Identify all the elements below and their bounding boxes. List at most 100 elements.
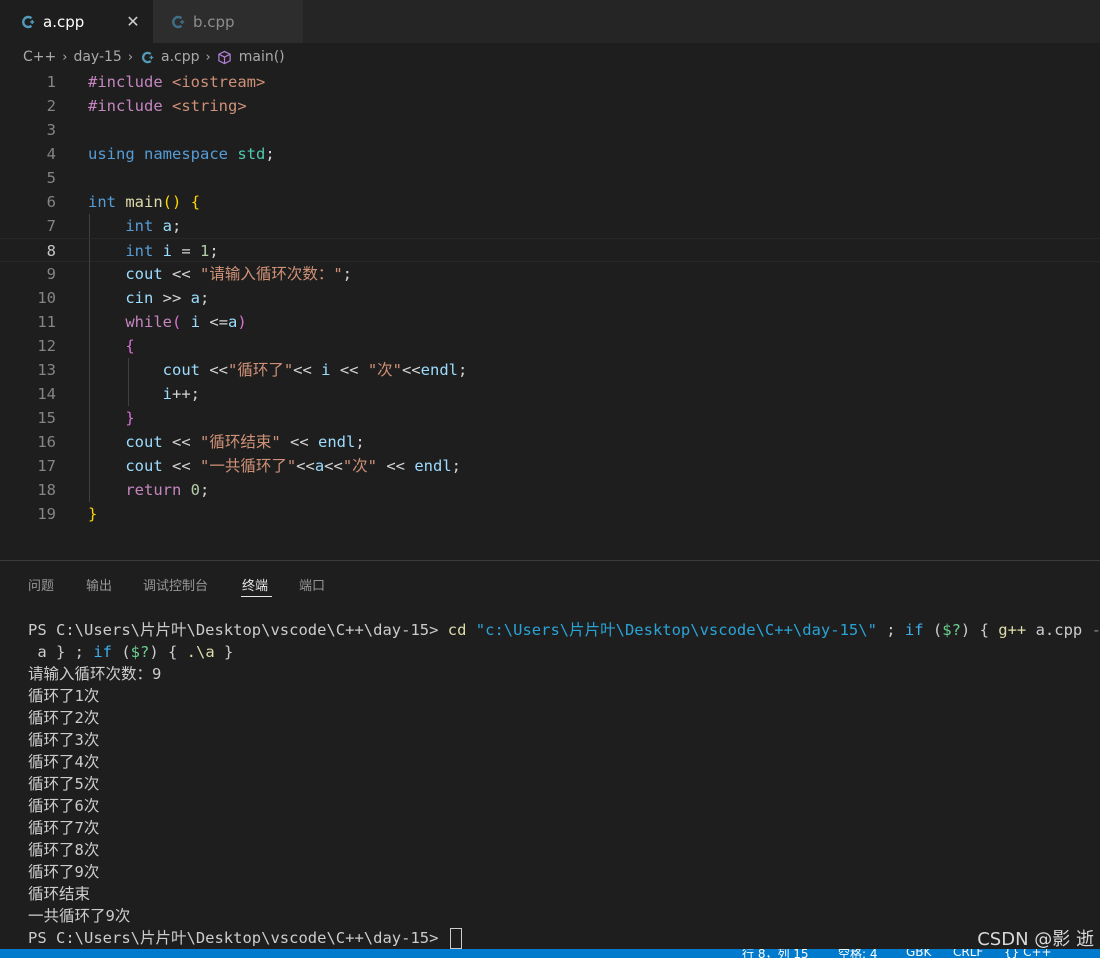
line-number: 12 (37, 337, 56, 355)
status-indentation[interactable]: 空格: 4 (838, 949, 878, 958)
code-line[interactable]: 12 { (0, 334, 1100, 358)
vscode-window: a.cpp ✕ b.cpp C++ › day-15 › a.cpp › mai… (0, 0, 1100, 958)
code-line[interactable]: 7 int a; (0, 214, 1100, 238)
chevron-right-icon: › (127, 49, 134, 65)
terminal-token: $? (942, 621, 961, 639)
tab-output[interactable]: 输出 (86, 575, 112, 594)
terminal-token: PS C:\Users\片片叶\Desktop\vscode\C++\day-1… (28, 929, 448, 947)
breadcrumb-item-cpp-folder[interactable]: C++ (23, 49, 56, 65)
code-token: << (377, 457, 415, 475)
terminal-output-line: 循环了3次 (28, 729, 99, 751)
code-line[interactable]: 15 } (0, 406, 1100, 430)
code-line[interactable]: 2 #include <string> (0, 94, 1100, 118)
line-number: 9 (46, 265, 56, 283)
code-text: cout << "一共循环了"<<a<<"次" << endl; (88, 454, 461, 478)
code-line[interactable]: 10 cin >> a; (0, 286, 1100, 310)
tab-terminal[interactable]: 终端 (242, 575, 268, 594)
terminal-token: 循环结束 (28, 885, 91, 903)
status-cursor-position[interactable]: 行 8，列 15 (742, 949, 809, 958)
code-token: 0 (190, 481, 201, 499)
terminal-command-line: a } ; if ($?) { .\a } (28, 641, 233, 663)
terminal-output-line: 一共循环了9次 (28, 905, 130, 927)
breadcrumb-item-a-cpp[interactable]: a.cpp (139, 49, 200, 65)
code-token: ) (237, 313, 247, 331)
code-line[interactable]: 8 int i = 1; (0, 238, 1100, 263)
line-number: 7 (46, 217, 56, 235)
code-line[interactable]: 13 cout <<"循环了"<< i << "次"<<endl; (0, 358, 1100, 382)
terminal-token: 循环了6次 (28, 797, 100, 815)
terminal-token: 循环了7次 (28, 819, 100, 837)
code-token: = (172, 242, 201, 260)
code-text: { (88, 334, 134, 358)
status-encoding[interactable]: GBK (906, 949, 931, 958)
code-text: cout <<"循环了"<< i << "次"<<endl; (88, 358, 468, 382)
code-line[interactable]: 17 cout << "一共循环了"<<a<<"次" << endl; (0, 454, 1100, 478)
code-token: endl (420, 361, 458, 379)
code-token: ; (265, 145, 275, 163)
code-line[interactable]: 1 #include <iostream> (0, 70, 1100, 94)
code-token: ; (458, 361, 468, 379)
code-token: "循环结束" (199, 433, 281, 451)
code-line[interactable]: 3 (0, 118, 1100, 142)
code-line[interactable]: 4 using namespace std; (0, 142, 1100, 166)
code-token: ; (451, 457, 462, 475)
breadcrumb-item-day-15[interactable]: day-15 (73, 49, 121, 65)
terminal-token: 循环了8次 (28, 841, 100, 859)
code-line[interactable]: 11 while( i <=a) (0, 310, 1100, 334)
terminal-token: 循环了1次 (28, 687, 100, 705)
status-language[interactable]: {} C++ (1004, 949, 1052, 958)
code-token: <string> (172, 97, 247, 115)
code-text: int a; (88, 214, 181, 238)
code-token: >> (153, 289, 191, 307)
panel-tab-bar: 问题 输出 调试控制台 终端 端口 (0, 561, 1100, 607)
code-token: "次" (342, 457, 378, 475)
terminal-token: 循环了9次 (28, 863, 100, 881)
code-line[interactable]: 16 cout << "循环结束" << endl; (0, 430, 1100, 454)
line-number: 1 (46, 73, 56, 91)
line-number: 8 (46, 242, 56, 260)
line-number: 17 (37, 457, 56, 475)
code-token: () (162, 193, 182, 211)
code-text: using namespace std; (88, 142, 275, 166)
terminal-output-line: 循环了2次 (28, 707, 99, 729)
code-editor[interactable]: 1 #include <iostream> 2 #include <string> 3 4… (0, 70, 1100, 560)
code-line[interactable]: 5 (0, 166, 1100, 190)
tab-b-cpp[interactable]: b.cpp (153, 0, 303, 43)
tab-debug-console[interactable]: 调试控制台 (143, 575, 208, 594)
tab-ports[interactable]: 端口 (299, 575, 325, 594)
code-line[interactable]: 14 i++; (0, 382, 1100, 406)
line-number: 15 (37, 409, 56, 427)
line-number: 10 (37, 289, 56, 307)
terminal-output-line: 循环了4次 (28, 751, 99, 773)
code-token: main (125, 193, 163, 211)
line-number: 11 (37, 313, 56, 331)
terminal-token: ( (923, 621, 943, 639)
code-token: a (228, 313, 238, 331)
code-line[interactable]: 9 cout << "请输入循环次数："; (0, 262, 1100, 286)
tab-problems[interactable]: 问题 (28, 575, 54, 594)
terminal-token: "c:\Users\片片叶\Desktop\vscode\C++\day-15\… (475, 621, 877, 639)
code-line[interactable]: 18 return 0; (0, 478, 1100, 502)
line-number: 5 (46, 169, 56, 187)
code-line[interactable]: 19} (0, 502, 1100, 526)
code-text: } (88, 406, 134, 430)
code-line[interactable]: 6 int main() { (0, 190, 1100, 214)
status-line-ending[interactable]: CRLF (953, 949, 983, 958)
terminal[interactable]: PS C:\Users\片片叶\Desktop\vscode\C++\day-1… (0, 619, 1100, 949)
terminal-token: } (214, 643, 234, 661)
breadcrumb-item-main[interactable]: main() (217, 49, 285, 65)
terminal-output-line: 循环了1次 (28, 685, 99, 707)
terminal-output-line: 循环了9次 (28, 861, 99, 883)
code-token: endl (317, 433, 356, 451)
tab-a-cpp[interactable]: a.cpp ✕ (0, 0, 153, 43)
close-icon[interactable]: ✕ (123, 11, 143, 31)
